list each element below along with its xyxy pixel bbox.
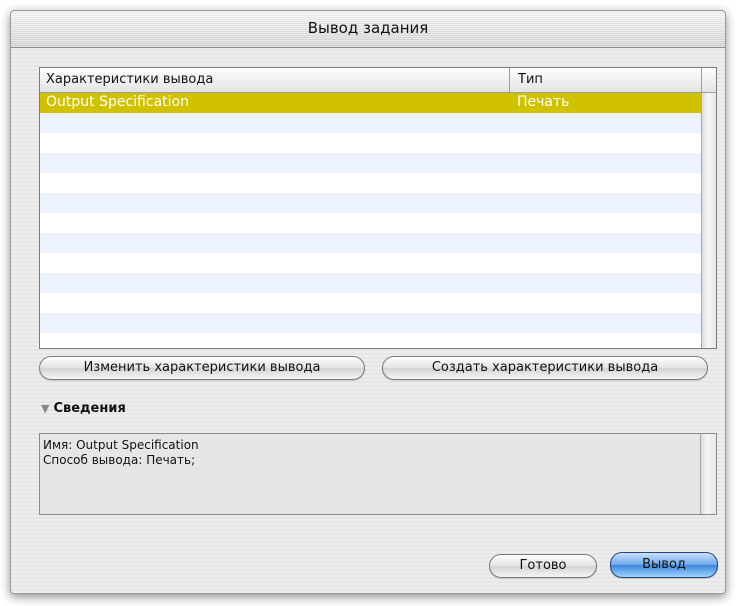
empty-row [40,173,701,193]
output-spec-table[interactable]: Характеристики вывода Тип Output Specifi… [39,67,717,349]
details-text: Имя: Output Specification Способ вывода:… [43,438,199,468]
header-corner [701,68,716,92]
edit-output-spec-button[interactable]: Изменить характеристики вывода [39,356,365,380]
table-rows: Output Specification Печать [40,93,701,348]
create-output-spec-button[interactable]: Создать характеристики вывода [382,356,708,380]
details-label: Сведения [53,401,126,416]
empty-row [40,253,701,273]
window-title: Вывод задания [307,19,429,37]
details-textarea[interactable]: Имя: Output Specification Способ вывода:… [39,433,717,515]
empty-row [40,133,701,153]
output-button[interactable]: Вывод [610,552,718,578]
disclosure-triangle-icon[interactable]: ▼ [41,402,49,415]
empty-row [40,193,701,213]
empty-row [40,293,701,313]
table-row[interactable]: Output Specification Печать [40,93,701,113]
details-name-line: Имя: Output Specification [43,438,199,452]
empty-row [40,213,701,233]
details-scrollbar[interactable] [700,434,716,514]
column-header-name[interactable]: Характеристики вывода [46,72,213,87]
table-header: Характеристики вывода Тип [40,68,716,93]
details-method-line: Способ вывода: Печать; [43,453,196,467]
empty-row [40,333,701,348]
title-bar[interactable]: Вывод задания [11,11,725,48]
done-button[interactable]: Готово [489,554,597,578]
column-header-type-cell[interactable]: Тип [509,68,702,92]
dialog-window: Вывод задания Характеристики вывода Тип … [10,10,726,594]
row-type-cell: Печать [517,94,570,110]
empty-row [40,113,701,133]
column-header-type[interactable]: Тип [518,72,543,87]
empty-row [40,153,701,173]
empty-row [40,233,701,253]
details-disclosure[interactable]: ▼ Сведения [41,401,126,416]
table-scrollbar[interactable] [701,93,716,348]
empty-row [40,273,701,293]
empty-row [40,313,701,333]
row-name-cell: Output Specification [46,94,189,110]
